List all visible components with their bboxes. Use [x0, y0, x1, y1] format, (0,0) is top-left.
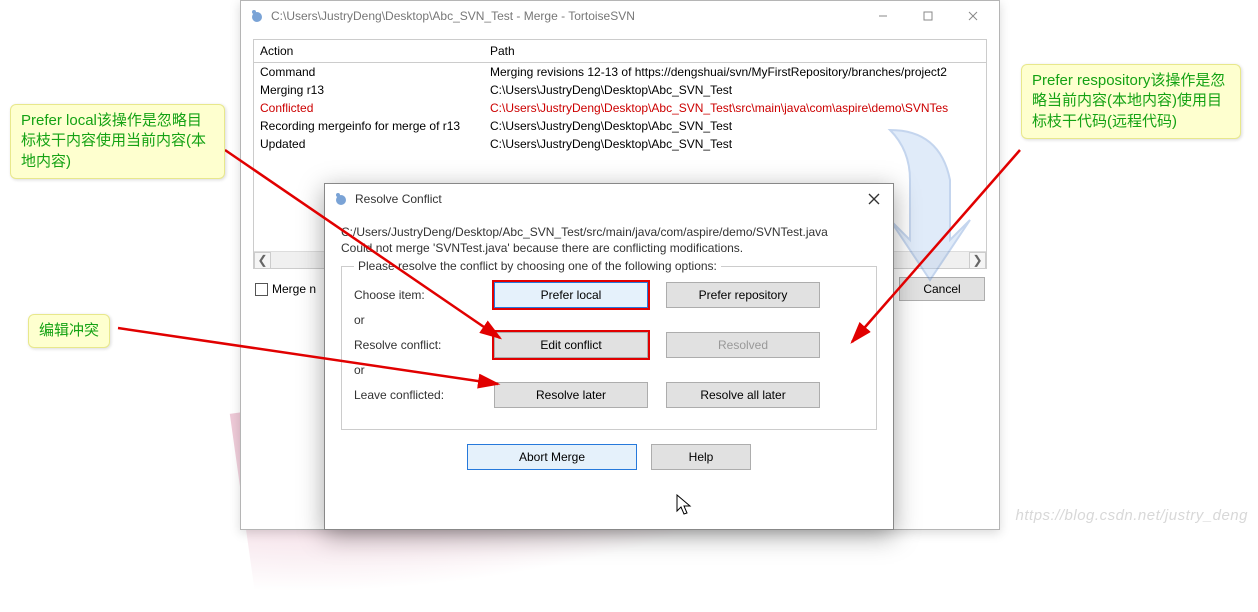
resolve-later-button[interactable]: Resolve later — [494, 382, 648, 408]
or-2: or — [354, 363, 864, 377]
annotation-prefer-local: Prefer local该操作是忽略目标枝干内容使用当前内容(本地内容) — [10, 104, 225, 179]
cell-path: Merging revisions 12-13 of https://dengs… — [484, 65, 986, 79]
path-line: C:/Users/JustryDeng/Desktop/Abc_SVN_Test… — [341, 224, 877, 240]
merge-checkbox[interactable]: Merge n — [255, 282, 316, 296]
watermark: https://blog.csdn.net/justry_deng — [1016, 507, 1248, 524]
resolve-all-later-button[interactable]: Resolve all later — [666, 382, 820, 408]
abort-merge-button[interactable]: Abort Merge — [467, 444, 637, 470]
cell-path: C:\Users\JustryDeng\Desktop\Abc_SVN_Test — [484, 119, 986, 133]
cell-path: C:\Users\JustryDeng\Desktop\Abc_SVN_Test — [484, 137, 986, 151]
window-title: C:\Users\JustryDeng\Desktop\Abc_SVN_Test… — [271, 9, 860, 23]
prefer-local-button[interactable]: Prefer local — [494, 282, 648, 308]
checkbox-label: Merge n — [272, 282, 316, 296]
dialog-titlebar[interactable]: Resolve Conflict — [325, 184, 893, 214]
table-row[interactable]: Merging r13C:\Users\JustryDeng\Desktop\A… — [254, 81, 986, 99]
scroll-left-icon[interactable]: ❮ — [254, 252, 271, 269]
window-controls — [860, 2, 995, 30]
cell-action: Conflicted — [254, 101, 484, 115]
cell-action: Merging r13 — [254, 83, 484, 97]
annotation-prefer-repository: Prefer respository该操作是忽略当前内容(本地内容)使用目标枝干… — [1021, 64, 1241, 139]
checkbox-box[interactable] — [255, 283, 268, 296]
edit-conflict-button[interactable]: Edit conflict — [494, 332, 648, 358]
label-resolve-conflict: Resolve conflict: — [354, 338, 494, 352]
table-row[interactable]: Recording mergeinfo for merge of r13C:\U… — [254, 117, 986, 135]
tortoisesvn-icon — [249, 8, 265, 24]
or-1: or — [354, 313, 864, 327]
minimize-button[interactable] — [860, 2, 905, 30]
label-leave-conflicted: Leave conflicted: — [354, 388, 494, 402]
col-action[interactable]: Action — [254, 40, 484, 62]
cell-path: C:\Users\JustryDeng\Desktop\Abc_SVN_Test… — [484, 101, 986, 115]
label-choose-item: Choose item: — [354, 288, 494, 302]
resolve-conflict-dialog: Resolve Conflict C:/Users/JustryDeng/Des… — [324, 183, 894, 530]
table-row[interactable]: CommandMerging revisions 12-13 of https:… — [254, 63, 986, 81]
close-button[interactable] — [950, 2, 995, 30]
annotation-edit-conflict: 编辑冲突 — [28, 314, 110, 348]
fieldset-legend: Please resolve the conflict by choosing … — [354, 259, 721, 273]
msg-line: Could not merge 'SVNTest.java' because t… — [341, 240, 877, 256]
dialog-title: Resolve Conflict — [355, 192, 859, 206]
col-path[interactable]: Path — [484, 40, 986, 62]
dialog-close-button[interactable] — [859, 187, 889, 211]
conflict-path: C:/Users/JustryDeng/Desktop/Abc_SVN_Test… — [341, 224, 877, 256]
cell-action: Command — [254, 65, 484, 79]
help-button[interactable]: Help — [651, 444, 751, 470]
resolved-button[interactable]: Resolved — [666, 332, 820, 358]
table-row[interactable]: ConflictedC:\Users\JustryDeng\Desktop\Ab… — [254, 99, 986, 117]
scroll-right-icon[interactable]: ❯ — [969, 252, 986, 269]
tortoisesvn-icon — [333, 191, 349, 207]
table-row[interactable]: UpdatedC:\Users\JustryDeng\Desktop\Abc_S… — [254, 135, 986, 153]
options-fieldset: Please resolve the conflict by choosing … — [341, 266, 877, 430]
cell-path: C:\Users\JustryDeng\Desktop\Abc_SVN_Test — [484, 83, 986, 97]
table-header: Action Path — [254, 40, 986, 63]
maximize-button[interactable] — [905, 2, 950, 30]
table-body: CommandMerging revisions 12-13 of https:… — [254, 63, 986, 153]
cell-action: Recording mergeinfo for merge of r13 — [254, 119, 484, 133]
cancel-button[interactable]: Cancel — [899, 277, 985, 301]
prefer-repository-button[interactable]: Prefer repository — [666, 282, 820, 308]
titlebar[interactable]: C:\Users\JustryDeng\Desktop\Abc_SVN_Test… — [241, 1, 999, 31]
cell-action: Updated — [254, 137, 484, 151]
